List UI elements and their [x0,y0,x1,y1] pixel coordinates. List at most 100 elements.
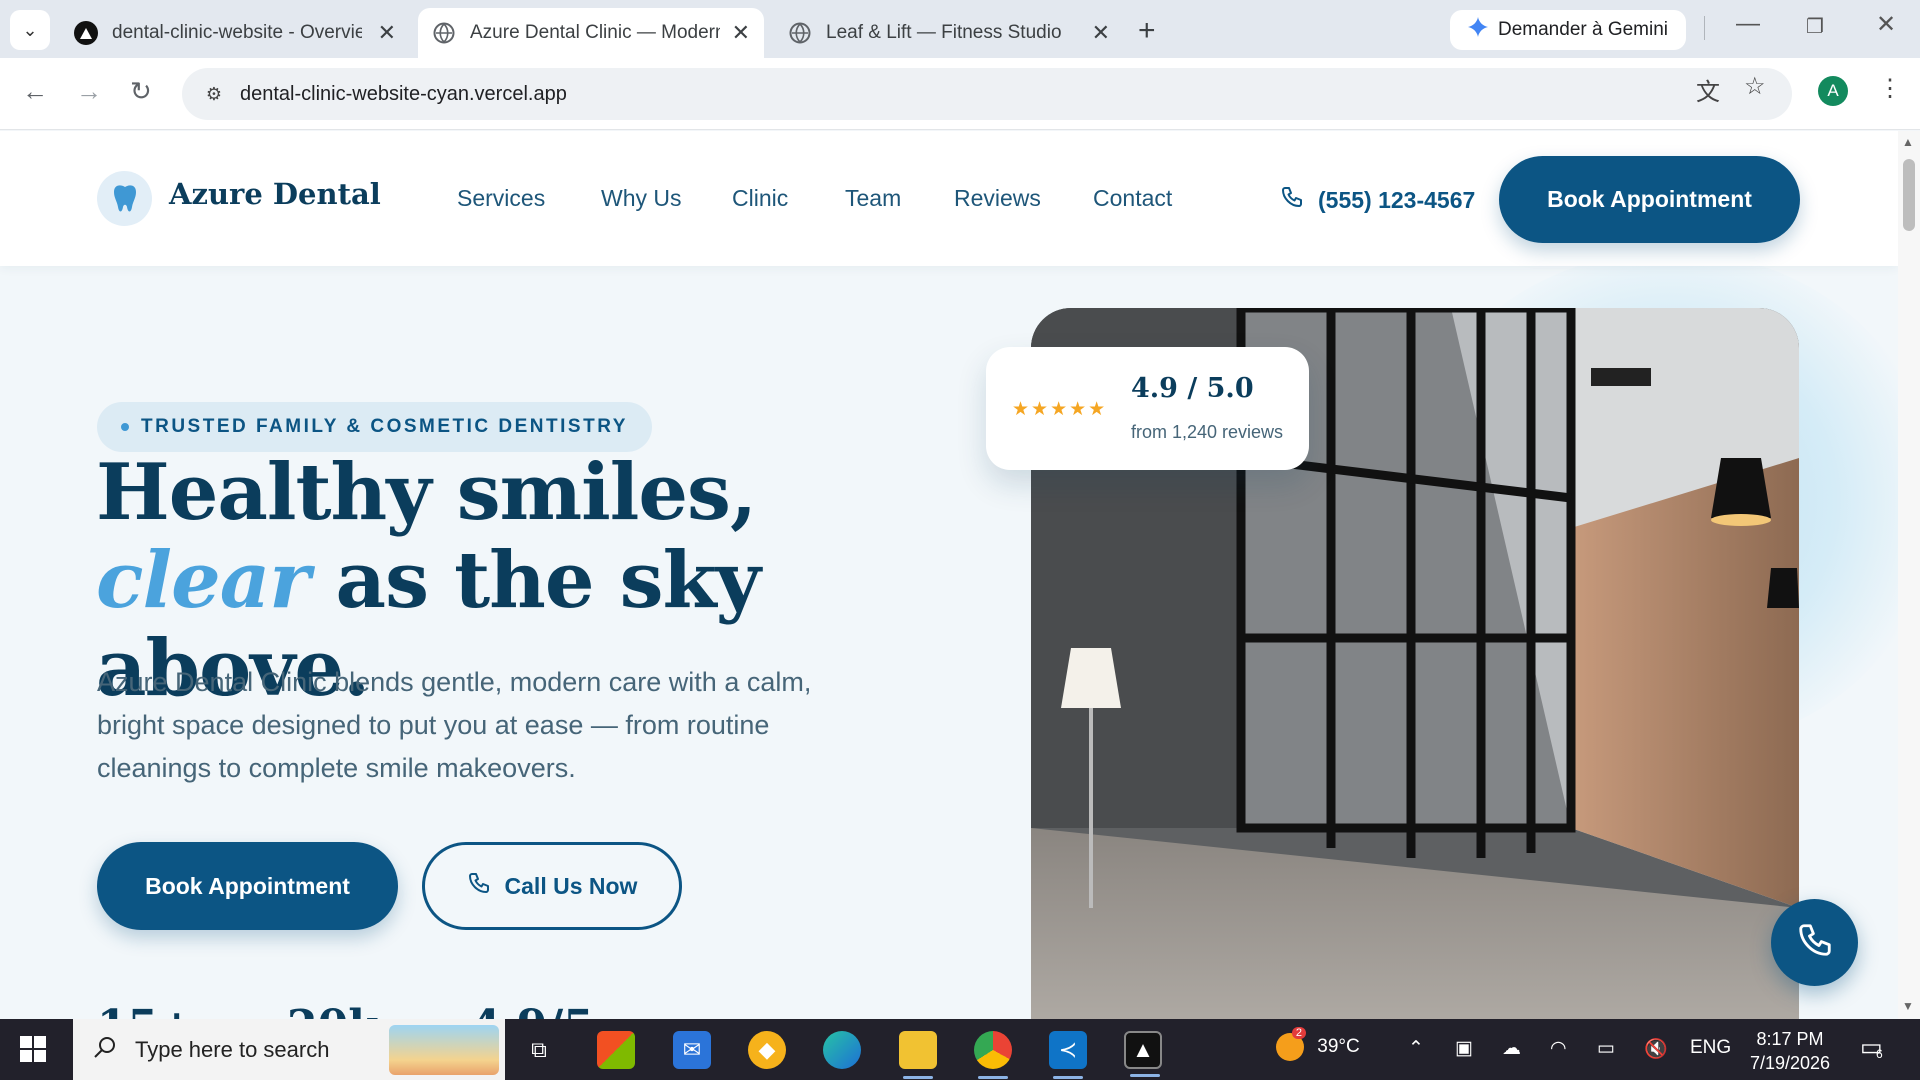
close-icon[interactable]: ✕ [378,20,396,46]
url-text: dental-clinic-website-cyan.vercel.app [240,82,567,105]
microsoft-store-icon[interactable] [597,1031,635,1069]
tab-search-button[interactable]: ⌄ [10,10,50,50]
call-us-now-button[interactable]: Call Us Now [422,842,682,930]
rating-count: from 1,240 reviews [1131,422,1284,442]
new-tab-button[interactable]: + [1138,14,1156,48]
weather-sun-icon: 2 [1276,1027,1306,1061]
rating-stars: ★★★★★ [1012,399,1108,420]
tab-leaf-lift[interactable]: Leaf & Lift — Fitness Studio ✕ [774,8,1124,58]
windows-taskbar: Type here to search ⧉ ✉ ◆ ≺ ▲ 2 39°C ⌃ ▣… [0,1019,1920,1080]
call-us-now-label: Call Us Now [504,872,638,899]
hero-badge: TRUSTED FAMILY & COSMETIC DENTISTRY [97,402,652,452]
tab-title: dental-clinic-website - Overview [112,22,362,43]
phone-icon [1796,921,1834,964]
rating-score: 4.9 / 5.0 [1131,373,1254,404]
weather-widget[interactable]: 2 39°C [1276,1027,1360,1061]
close-window-icon[interactable]: ✕ [1876,10,1896,39]
nav-why-us[interactable]: Why Us [601,185,682,212]
nav-clinic[interactable]: Clinic [732,185,788,212]
minimize-icon[interactable]: — [1736,10,1760,38]
badge-text: TRUSTED FAMILY & COSMETIC DENTISTRY [141,416,628,437]
site-settings-icon[interactable]: ⚙ [202,82,226,106]
gemini-label: Demander à Gemini [1498,19,1669,40]
profile-avatar[interactable]: A [1818,76,1848,106]
tab-title: Leaf & Lift — Fitness Studio [826,22,1062,43]
search-icon [93,1035,117,1065]
nav-reviews[interactable]: Reviews [954,185,1041,212]
tab-dental-clinic-overview[interactable]: dental-clinic-website - Overview ✕ [60,8,410,58]
browser-toolbar: ← → ↻ ⚙ dental-clinic-website-cyan.verce… [0,58,1920,130]
menu-kebab-icon[interactable]: ⋮ [1878,74,1902,103]
language-indicator[interactable]: ENG [1690,1037,1731,1059]
tab-azure-dental[interactable]: Azure Dental Clinic — Modern Family ✕ [418,8,764,58]
site-header: Azure Dental Services Why Us Clinic Team… [0,131,1898,266]
hero-book-appointment-button[interactable]: Book Appointment [97,842,398,930]
header-book-appointment-button[interactable]: Book Appointment [1499,156,1800,243]
header-phone-link[interactable]: (555) 123-4567 [1280,185,1475,215]
phone-icon [467,871,491,901]
onedrive-cloud-icon[interactable]: ☁ [1502,1037,1521,1060]
windows-start-icon[interactable] [20,1036,46,1067]
globe-icon [788,21,812,45]
meet-now-icon[interactable]: ▣ [1455,1037,1473,1060]
gemini-button[interactable]: Demander à Gemini [1450,10,1687,50]
page-scrollbar[interactable]: ▲ ▼ [1898,131,1920,1019]
wifi-icon[interactable]: ◠ [1550,1037,1567,1060]
vercel-icon [74,21,98,45]
weather-temperature: 39°C [1317,1036,1360,1058]
translate-icon[interactable]: 文 [1696,72,1720,107]
close-icon[interactable]: ✕ [732,20,750,46]
vscode-icon[interactable]: ≺ [1049,1031,1087,1079]
file-explorer-icon[interactable] [899,1031,937,1079]
phone-number: (555) 123-4567 [1318,186,1476,213]
scroll-up-arrow-icon[interactable]: ▲ [1902,135,1914,149]
divider [1704,16,1705,40]
volume-muted-icon[interactable]: 🔇 [1644,1037,1668,1061]
stats-row-partial: 15+ 20k 4.9/5 [97,1001,594,1019]
back-arrow-icon[interactable]: ← [22,76,48,107]
rating-card: ★★★★★ 4.9 / 5.0 from 1,240 reviews [986,347,1309,470]
clock-time: 8:17 PM [1756,1029,1824,1049]
close-icon[interactable]: ✕ [1092,20,1110,46]
scrollbar-thumb[interactable] [1903,159,1915,231]
hero-title-accent: clear [96,535,310,626]
clock-date: 7/19/2026 [1749,1053,1831,1073]
restore-icon[interactable]: ❐ [1806,14,1824,39]
outlook-icon[interactable]: ✉ [673,1031,711,1069]
nav-services[interactable]: Services [457,185,545,212]
tab-title: Azure Dental Clinic — Modern Family [470,22,720,43]
show-hidden-icons-chevron-icon[interactable]: ⌃ [1408,1037,1424,1060]
scroll-down-arrow-icon[interactable]: ▼ [1902,999,1914,1013]
badge-dot-icon [121,423,129,431]
battery-icon[interactable]: ▭ [1597,1037,1615,1060]
tooth-logo-icon[interactable] [97,171,152,226]
notification-center-icon[interactable]: ▭ 6 [1860,1033,1883,1062]
reload-icon[interactable]: ↻ [130,76,152,107]
taskbar-search-box[interactable]: Type here to search [73,1019,505,1080]
address-bar[interactable]: ⚙ dental-clinic-website-cyan.vercel.app [182,68,1792,120]
globe-icon [432,21,456,45]
bookmark-star-icon[interactable]: ☆ [1744,72,1766,101]
chevron-down-icon: ⌄ [22,19,38,40]
forward-arrow-icon[interactable]: → [76,76,102,107]
notification-count: 6 [1876,1047,1883,1061]
taskbar-search-placeholder: Type here to search [135,1036,330,1062]
brand-name[interactable]: Azure Dental [169,177,381,211]
page-viewport: Azure Dental Services Why Us Clinic Team… [0,131,1898,1019]
phone-icon [1280,185,1304,215]
vpn-shield-icon[interactable]: ◆ [748,1031,786,1069]
search-highlight-image [389,1025,499,1075]
edge-browser-icon[interactable] [823,1031,861,1069]
hero-description: Azure Dental Clinic blends gentle, moder… [97,667,812,783]
nav-team[interactable]: Team [845,185,901,212]
task-view-icon[interactable]: ⧉ [520,1031,558,1069]
hero-title-part1: Healthy smiles, [96,447,757,538]
app-launcher-icon[interactable]: ▲ [1124,1031,1162,1077]
floating-call-button[interactable] [1771,899,1858,986]
system-clock[interactable]: 8:17 PM 7/19/2026 [1730,1027,1850,1075]
weather-badge: 2 [1291,1027,1306,1039]
gemini-sparkle-icon [1468,17,1488,43]
browser-tab-bar: ⌄ dental-clinic-website - Overview ✕ Azu… [0,0,1920,58]
chrome-icon[interactable] [974,1031,1012,1079]
nav-contact[interactable]: Contact [1093,185,1172,212]
